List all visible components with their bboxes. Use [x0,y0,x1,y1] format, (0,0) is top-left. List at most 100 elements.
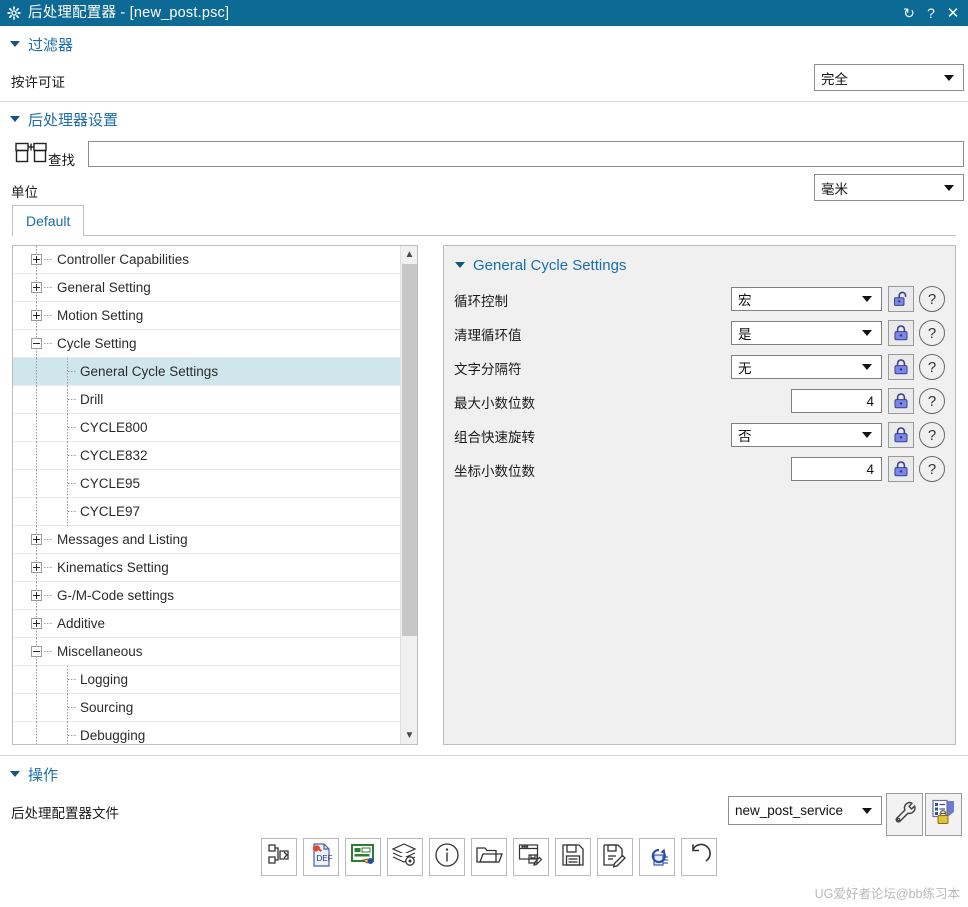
refresh-docs-button[interactable] [639,838,675,876]
expand-icon[interactable] [31,590,42,601]
unit-dropdown[interactable]: 毫米 [814,174,964,201]
settings-tree[interactable]: Controller Capabilities General Setting Mo… [12,245,418,745]
find-input[interactable] [88,141,964,167]
refresh-icon[interactable]: ↻ [898,0,920,26]
tree-item-additive[interactable]: Additive [13,610,401,638]
help-button[interactable]: ? [919,286,945,312]
question-mark-icon: ? [927,460,937,478]
setting-input[interactable]: 4 [791,389,882,413]
tree-item-label: CYCLE95 [80,476,141,491]
tree-item-cycle95[interactable]: CYCLE95 [13,470,401,498]
help-button[interactable]: ? [919,456,945,482]
help-button[interactable]: ? [919,320,945,346]
postprocessor-file-dropdown[interactable]: new_post_service [728,796,882,825]
detail-panel-header[interactable]: General Cycle Settings [444,253,626,277]
lock-closed-button[interactable] [888,456,914,482]
tree-item-drill[interactable]: Drill [13,386,401,414]
tree-guide-line [36,694,37,722]
tab-default[interactable]: Default [12,205,85,236]
chevron-down-icon[interactable]: ▼ [401,727,417,744]
tree-item-miscellaneous[interactable]: Miscellaneous [13,638,401,666]
tree-item-debugging[interactable]: Debugging [13,722,401,744]
setting-dropdown[interactable]: 宏 [731,287,882,311]
undo-icon [685,841,713,874]
operations-section-header[interactable]: 操作 [0,760,968,788]
tree-item-cycle832[interactable]: CYCLE832 [13,442,401,470]
setting-dropdown-value: 无 [738,361,752,376]
tree-item-kinematics-setting[interactable]: Kinematics Setting [13,554,401,582]
tree-item-general-setting[interactable]: General Setting [13,274,401,302]
expand-icon[interactable] [31,562,42,573]
help-button[interactable]: ? [919,354,945,380]
tree-item-general-cycle-settings[interactable]: General Cycle Settings [13,358,401,386]
chevron-up-icon[interactable]: ▲ [401,246,417,263]
lock-open-button[interactable] [888,286,914,312]
tree-item-logging[interactable]: Logging [13,666,401,694]
filter-section-header[interactable]: 过滤器 [0,30,968,58]
lock-closed-icon [894,359,908,375]
lock-closed-button[interactable] [888,320,914,346]
tree-scrollbar[interactable]: ▲ ▼ [400,246,417,744]
def-file-button[interactable]: DEF [303,838,339,876]
tree-guide-line [36,666,37,694]
chevron-down-icon [944,74,954,81]
help-button[interactable]: ? [919,422,945,448]
expand-icon[interactable] [31,534,42,545]
tree-item-label: Drill [80,392,104,407]
tree-item-label: CYCLE97 [80,504,141,519]
expand-icon[interactable] [31,618,42,629]
list-lock-button[interactable] [925,793,962,836]
open-folder-button[interactable] [471,838,507,876]
filter-section-title: 过滤器 [28,36,74,54]
save-edit-button[interactable] [597,838,633,876]
flow-export-button[interactable] [261,838,297,876]
tree-item-label: Debugging [80,728,146,743]
tree-item-motion-setting[interactable]: Motion Setting [13,302,401,330]
tree-item-cycle-setting[interactable]: Cycle Setting [13,330,401,358]
postprocessor-section-header[interactable]: 后处理器设置 [0,105,968,133]
tree-scrollbar-thumb[interactable] [402,264,417,636]
info-button[interactable] [429,838,465,876]
setting-input[interactable]: 4 [791,457,882,481]
tree-item-controller-capabilities[interactable]: Controller Capabilities [13,246,401,274]
chevron-down-icon [862,330,872,336]
tree-guide-line [67,694,68,722]
tree-item-cycle800[interactable]: CYCLE800 [13,414,401,442]
tree-item-messages-and-listing[interactable]: Messages and Listing [13,526,401,554]
help-button[interactable]: ? [919,388,945,414]
lock-closed-button[interactable] [888,422,914,448]
window-save-as-button[interactable] [513,838,549,876]
tree-guide-line [67,470,68,498]
undo-button[interactable] [681,838,717,876]
lock-closed-button[interactable] [888,354,914,380]
wrench-button[interactable] [886,793,923,836]
tree-item-label: CYCLE800 [80,420,148,435]
layers-settings-button[interactable] [387,838,423,876]
detail-panel: General Cycle Settings 循环控制宏? 清理循环值是? 文字分隔… [443,245,956,745]
setting-label: 组合快速旋转 [454,430,535,445]
save-button[interactable] [555,838,591,876]
lock-closed-button[interactable] [888,388,914,414]
dialog-edit-button[interactable] [345,838,381,876]
license-dropdown[interactable]: 完全 [814,64,964,91]
refresh-docs-icon [643,841,671,874]
collapse-icon[interactable] [31,646,42,657]
close-icon[interactable]: ✕ [942,0,964,26]
window-title: 后处理配置器 - [new_post.psc] [28,5,230,21]
help-icon[interactable]: ? [920,0,942,26]
tree-item-cycle97[interactable]: CYCLE97 [13,498,401,526]
collapse-icon[interactable] [31,338,42,349]
expand-icon[interactable] [31,310,42,321]
tree-item-g-m-code-settings[interactable]: G-/M-Code settings [13,582,401,610]
setting-dropdown[interactable]: 无 [731,355,882,379]
tree-item-sourcing[interactable]: Sourcing [13,694,401,722]
expand-icon[interactable] [31,282,42,293]
divider [0,755,968,756]
setting-label: 循环控制 [454,294,508,309]
lock-closed-icon [894,427,908,443]
expand-icon[interactable] [31,254,42,265]
tree-guide-line [67,442,68,470]
setting-dropdown[interactable]: 是 [731,321,882,345]
save-edit-icon [601,841,629,874]
setting-dropdown[interactable]: 否 [731,423,882,447]
